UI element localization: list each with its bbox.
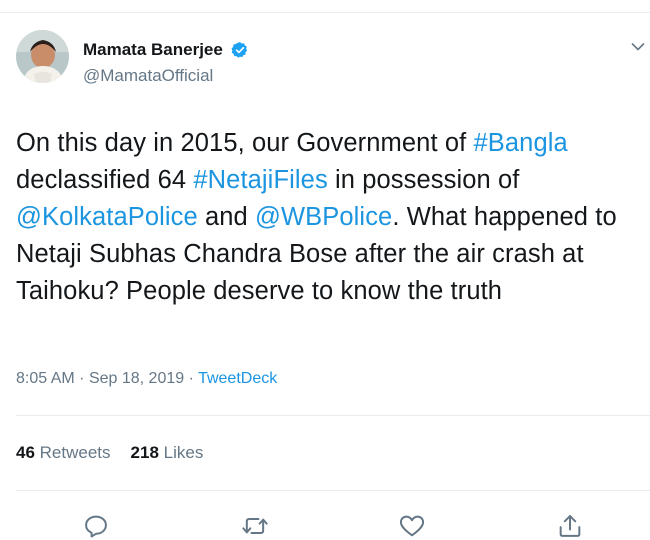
divider: [16, 415, 650, 416]
top-divider: [0, 12, 650, 13]
verified-badge-icon: [231, 42, 248, 58]
tweet-stats: 46 Retweets 218 Likes: [16, 443, 203, 463]
tweet-date[interactable]: Sep 18, 2019: [89, 370, 184, 387]
retweets-count: 46: [16, 443, 35, 462]
hashtag-link[interactable]: #NetajiFiles: [193, 166, 327, 194]
tweet-text-segment: declassified 64: [16, 166, 194, 194]
tweet-text-segment: On this day in 2015, our Government of: [16, 129, 474, 157]
tweet-time[interactable]: 8:05 AM: [16, 370, 75, 387]
share-icon[interactable]: [556, 512, 584, 540]
mention-link[interactable]: @WBPolice: [255, 203, 392, 231]
likes-stat[interactable]: 218 Likes: [131, 443, 204, 462]
tweet-text-segment: in possession of: [327, 166, 520, 194]
tweet-text-segment: and: [197, 203, 256, 231]
user-info: Mamata Banerjee @MamataOfficial: [83, 40, 249, 86]
mention-link[interactable]: @KolkataPolice: [16, 203, 198, 231]
reply-icon[interactable]: [82, 512, 110, 540]
tweet-source[interactable]: TweetDeck: [198, 370, 277, 387]
tweet-meta: 8:05 AM · Sep 18, 2019 · TweetDeck: [16, 370, 277, 388]
meta-separator: ·: [79, 370, 85, 387]
retweets-label: Retweets: [39, 443, 111, 462]
likes-label: Likes: [163, 443, 204, 462]
divider: [16, 490, 650, 491]
tweet-text: On this day in 2015, our Government of #…: [16, 125, 631, 310]
user-handle[interactable]: @MamataOfficial: [83, 66, 249, 86]
hashtag-link[interactable]: #Bangla: [473, 129, 567, 157]
retweet-icon[interactable]: [241, 512, 269, 540]
display-name[interactable]: Mamata Banerjee: [83, 40, 223, 60]
likes-count: 218: [130, 443, 159, 462]
avatar[interactable]: [16, 30, 69, 83]
meta-separator: ·: [188, 370, 194, 387]
retweets-stat[interactable]: 46 Retweets: [16, 443, 111, 462]
chevron-down-icon[interactable]: [631, 42, 645, 52]
like-icon[interactable]: [398, 512, 426, 540]
